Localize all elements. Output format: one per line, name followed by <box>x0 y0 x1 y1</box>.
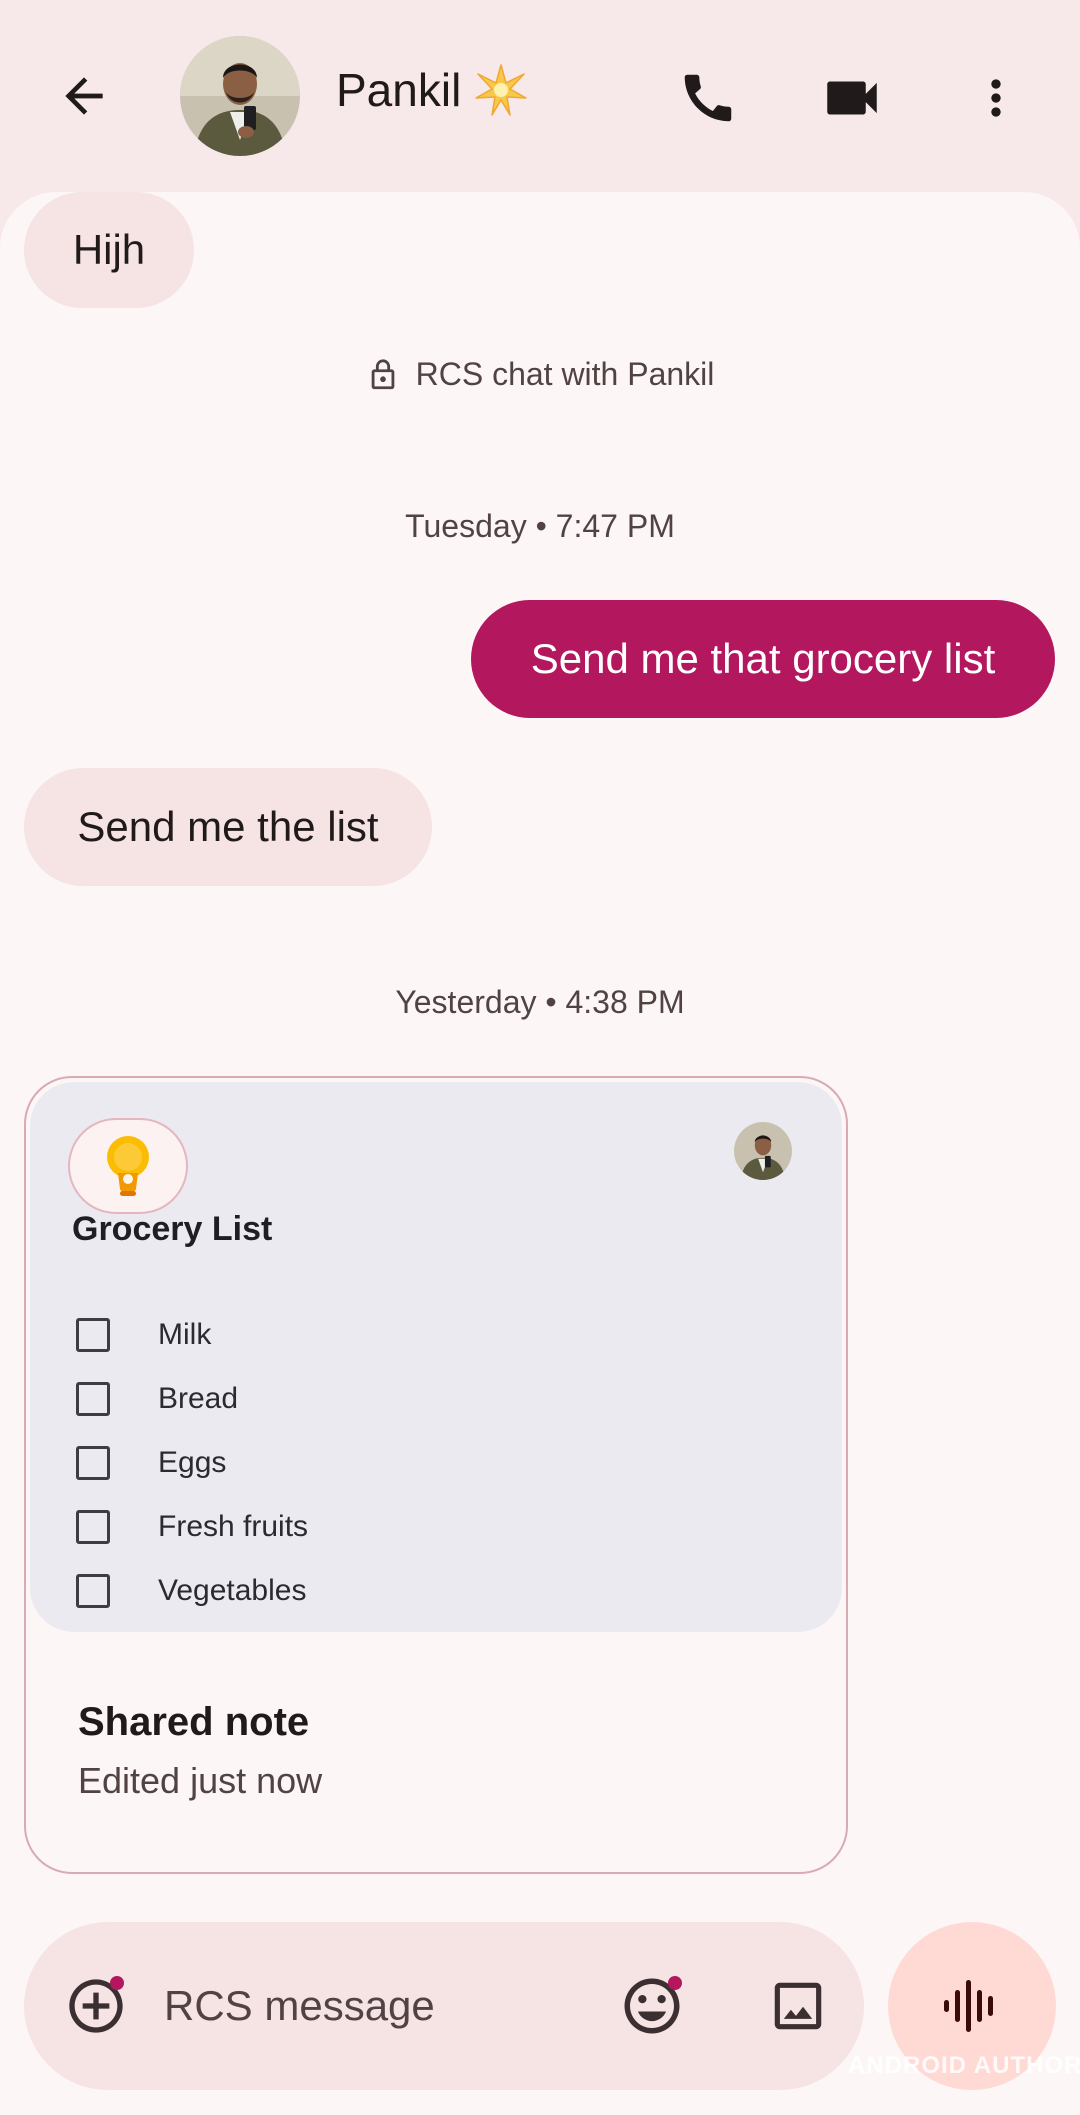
gallery-icon <box>774 1982 822 2030</box>
voice-waveform-icon <box>944 1980 993 2032</box>
checklist-item[interactable]: Milk <box>74 1310 211 1360</box>
checkbox[interactable] <box>76 1382 110 1416</box>
message-composer <box>24 1922 864 2090</box>
keep-app-icon <box>68 1118 188 1214</box>
checklist-item-label: Fresh fruits <box>158 1510 309 1543</box>
checkbox[interactable] <box>76 1510 110 1544</box>
timestamp: Yesterday • 4:38 PM <box>395 984 685 1020</box>
emoji-button[interactable] <box>614 1968 690 2044</box>
call-button[interactable] <box>670 60 746 136</box>
contact-avatar[interactable] <box>180 36 300 156</box>
checklist-item-label: Eggs <box>158 1446 227 1479</box>
video-call-icon <box>827 81 877 115</box>
owner-avatar <box>734 1122 792 1180</box>
back-button[interactable] <box>48 60 120 132</box>
gallery-button[interactable] <box>760 1968 836 2044</box>
checkbox[interactable] <box>76 1318 110 1352</box>
shared-note-title: Shared note <box>78 1700 310 1744</box>
more-options-button[interactable] <box>958 60 1034 136</box>
checklist-item-label: Bread <box>158 1382 239 1415</box>
contact-name[interactable]: Pankil <box>336 62 529 118</box>
notification-dot <box>668 1976 682 1990</box>
message-text: Send me the list <box>77 803 379 850</box>
note-preview: Grocery List Milk Bread Eggs Fresh fruit… <box>30 1082 842 1632</box>
checklist-item-label: Milk <box>158 1318 212 1351</box>
back-arrow-icon <box>65 77 103 115</box>
lightbulb-icon <box>107 1136 149 1196</box>
encryption-note-text: RCS chat with Pankil <box>415 356 715 392</box>
top-app-bar: Pankil <box>0 0 1080 192</box>
glowing-star-icon <box>475 64 528 116</box>
checklist-item[interactable]: Bread <box>74 1374 238 1424</box>
call-icon <box>684 74 732 122</box>
message-text: Send me that grocery list <box>530 635 996 682</box>
shared-note-subtitle: Edited just now <box>78 1760 323 1801</box>
add-attachment-button[interactable] <box>58 1968 134 2044</box>
watermark: ANDROID AUTHORITY <box>848 2052 1080 2079</box>
encryption-note: RCS chat with Pankil <box>0 356 1080 393</box>
lock-icon <box>371 358 394 389</box>
contact-name-label: Pankil <box>336 64 462 116</box>
message-input[interactable] <box>164 1978 584 2034</box>
checklist-item[interactable]: Vegetables <box>74 1566 306 1616</box>
shared-note-card[interactable]: Grocery List Milk Bread Eggs Fresh fruit… <box>24 1076 848 1874</box>
message-text: Hijh <box>72 226 146 273</box>
video-call-button[interactable] <box>814 60 890 136</box>
note-title: Grocery List <box>72 1210 273 1248</box>
more-vert-icon <box>991 79 1001 117</box>
checkbox[interactable] <box>76 1446 110 1480</box>
checklist-item[interactable]: Eggs <box>74 1438 226 1488</box>
checklist-item[interactable]: Fresh fruits <box>74 1502 308 1552</box>
incoming-message-bubble[interactable]: Send me the list <box>24 768 432 886</box>
outgoing-message-bubble[interactable]: Send me that grocery list <box>471 600 1055 718</box>
checklist-item-label: Vegetables <box>158 1574 307 1607</box>
incoming-message-bubble[interactable]: Hijh <box>24 192 194 308</box>
notification-dot <box>110 1976 124 1990</box>
checkbox[interactable] <box>76 1574 110 1608</box>
timestamp: Tuesday • 7:47 PM <box>405 508 675 544</box>
